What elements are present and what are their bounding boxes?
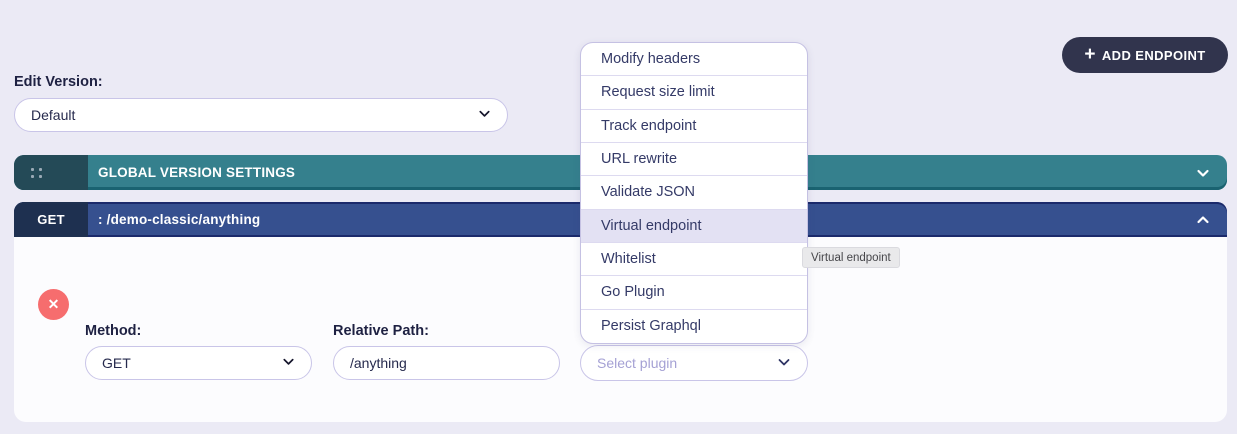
chevron-down-icon bbox=[776, 354, 792, 373]
chevron-down-icon bbox=[477, 106, 492, 124]
plugin-dropdown-menu: Modify headers Request size limit Track … bbox=[580, 42, 808, 344]
tooltip: Virtual endpoint bbox=[802, 247, 900, 268]
remove-endpoint-button[interactable]: ✕ bbox=[38, 289, 69, 320]
drag-handle-icon bbox=[31, 168, 42, 178]
edit-version-select[interactable]: Default bbox=[14, 98, 508, 132]
chevron-up-icon[interactable] bbox=[1195, 212, 1211, 228]
menu-item-virtual-endpoint[interactable]: Virtual endpoint bbox=[581, 210, 807, 243]
endpoint-path-title: : /demo-classic/anything bbox=[98, 212, 260, 227]
relative-path-label: Relative Path: bbox=[333, 323, 429, 339]
menu-item-validate-json[interactable]: Validate JSON bbox=[581, 176, 807, 209]
method-select[interactable]: GET bbox=[85, 346, 312, 380]
method-value: GET bbox=[102, 355, 131, 371]
menu-item-url-rewrite[interactable]: URL rewrite bbox=[581, 143, 807, 176]
chevron-down-icon[interactable] bbox=[1195, 165, 1211, 181]
menu-item-persist-graphql[interactable]: Persist Graphql bbox=[581, 310, 807, 343]
plus-icon: + bbox=[1084, 45, 1096, 64]
endpoint-designer-page: + ADD ENDPOINT Edit Version: Default GLO… bbox=[0, 0, 1237, 434]
endpoint-method-badge: GET bbox=[14, 202, 88, 237]
drag-handle[interactable] bbox=[14, 155, 88, 190]
global-bar-title: GLOBAL VERSION SETTINGS bbox=[98, 165, 295, 180]
menu-item-go-plugin[interactable]: Go Plugin bbox=[581, 276, 807, 309]
menu-item-request-size-limit[interactable]: Request size limit bbox=[581, 76, 807, 109]
menu-item-whitelist[interactable]: Whitelist bbox=[581, 243, 807, 276]
chevron-down-icon bbox=[281, 354, 296, 372]
endpoint-method-label: GET bbox=[37, 212, 65, 227]
menu-item-track-endpoint[interactable]: Track endpoint bbox=[581, 110, 807, 143]
add-endpoint-label: ADD ENDPOINT bbox=[1102, 48, 1206, 63]
relative-path-input[interactable] bbox=[333, 346, 560, 380]
edit-version-label: Edit Version: bbox=[14, 74, 103, 90]
close-icon: ✕ bbox=[48, 296, 60, 313]
menu-item-modify-headers[interactable]: Modify headers bbox=[581, 43, 807, 76]
plugin-select[interactable]: Select plugin bbox=[580, 345, 808, 381]
add-endpoint-button[interactable]: + ADD ENDPOINT bbox=[1062, 37, 1228, 73]
edit-version-value: Default bbox=[31, 107, 75, 123]
plugin-select-placeholder: Select plugin bbox=[597, 355, 677, 371]
method-label: Method: bbox=[85, 323, 141, 339]
